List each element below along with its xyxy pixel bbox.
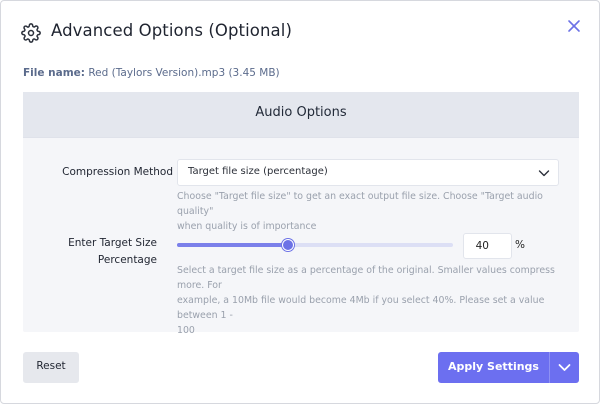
target-help-line: 100 (177, 325, 195, 336)
slider-thumb[interactable] (282, 239, 295, 251)
target-size-help-text: Select a target file size as a percentag… (177, 263, 579, 338)
apply-options-dropdown[interactable] (550, 352, 579, 383)
compression-method-label: Compression Method (62, 166, 173, 178)
dialog-title: Advanced Options (Optional) (51, 21, 292, 40)
compression-method-value: Target file size (percentage) (188, 166, 328, 177)
gear-icon (21, 23, 41, 43)
compression-help-text: Choose "Target file size" to get an exac… (177, 189, 579, 234)
close-icon[interactable] (566, 18, 582, 34)
audio-options-panel: Audio Options Compression Method Target … (23, 92, 579, 336)
file-name-line: File name: Red (Taylors Version).mp3 (3.… (23, 67, 280, 79)
target-size-value: 40 (475, 240, 489, 252)
file-name-label: File name: (23, 67, 85, 79)
chevron-down-icon (558, 364, 571, 371)
compression-help-line: Choose "Target file size" to get an exac… (177, 191, 543, 217)
percent-unit: % (515, 239, 525, 251)
reset-button[interactable]: Reset (23, 352, 79, 383)
target-help-line: example, a 10Mb file would become 4Mb if… (177, 295, 545, 321)
advanced-options-dialog: Advanced Options (Optional) File name: R… (0, 0, 600, 404)
panel-header: Audio Options (23, 92, 579, 138)
target-size-label-line: Percentage (97, 254, 157, 266)
chevron-down-icon (538, 170, 550, 177)
compression-method-select[interactable]: Target file size (percentage) (177, 159, 559, 186)
panel-title: Audio Options (255, 105, 347, 120)
apply-settings-button[interactable]: Apply Settings (438, 352, 579, 383)
apply-settings-label: Apply Settings (448, 360, 539, 373)
target-size-label-line: Enter Target Size (68, 237, 157, 249)
reset-button-label: Reset (36, 360, 66, 372)
target-size-label: Enter Target Size Percentage (7, 235, 157, 269)
slider-fill (177, 243, 288, 247)
target-size-input[interactable]: 40 (463, 233, 512, 259)
target-help-line: Select a target file size as a percentag… (177, 265, 555, 291)
target-size-slider[interactable] (177, 239, 453, 251)
file-name-value: Red (Taylors Version).mp3 (3.45 MB) (88, 67, 280, 79)
compression-help-line: when quality is of importance (177, 221, 317, 232)
